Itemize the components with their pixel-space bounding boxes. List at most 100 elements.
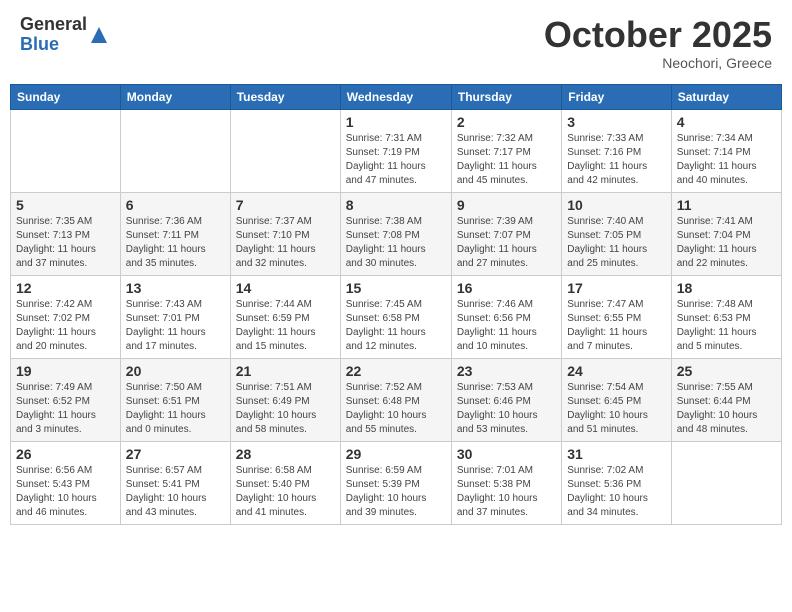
weekday-header-row: SundayMondayTuesdayWednesdayThursdayFrid… [11,84,782,109]
calendar-cell: 7Sunrise: 7:37 AM Sunset: 7:10 PM Daylig… [230,192,340,275]
calendar-week-row: 1 Sunrise: 7:31 AM Sunset: 7:19 PM Daylig… [11,109,782,192]
day-number: 1 [346,114,446,130]
day-info: Sunrise: 7:31 AM Sunset: 7:19 PM Dayligh… [346,132,446,188]
logo: General Blue [20,15,109,55]
logo-blue-text: Blue [20,35,87,55]
day-number: 21 [236,363,335,379]
calendar-cell [230,109,340,192]
calendar-cell: 15 Sunrise: 7:45 AM Sunset: 6:58 PM Dayli… [340,275,451,358]
day-number: 23 [457,363,556,379]
day-number: 17 [567,280,665,296]
day-number: 12 [16,280,115,296]
weekday-header: Thursday [451,84,561,109]
calendar-cell: 2 Sunrise: 7:32 AM Sunset: 7:17 PM Daylig… [451,109,561,192]
day-info: Sunrise: 7:37 AM Sunset: 7:10 PM Dayligh… [236,215,335,271]
day-info: Sunrise: 7:54 AM Sunset: 6:45 PM Dayligh… [567,381,665,437]
calendar-table: SundayMondayTuesdayWednesdayThursdayFrid… [10,84,782,525]
day-info: Sunrise: 7:49 AM Sunset: 6:52 PM Dayligh… [16,381,115,437]
calendar-cell: 9 Sunrise: 7:39 AM Sunset: 7:07 PM Daylig… [451,192,561,275]
calendar-cell: 12 Sunrise: 7:42 AM Sunset: 7:02 PM Dayli… [11,275,121,358]
calendar-cell: 29Sunrise: 6:59 AM Sunset: 5:39 PM Dayli… [340,441,451,524]
calendar-cell: 8 Sunrise: 7:38 AM Sunset: 7:08 PM Daylig… [340,192,451,275]
day-number: 8 [346,197,446,213]
day-info: Sunrise: 7:55 AM Sunset: 6:44 PM Dayligh… [677,381,776,437]
calendar-cell: 24 Sunrise: 7:54 AM Sunset: 6:45 PM Dayli… [562,358,671,441]
day-info: Sunrise: 7:43 AM Sunset: 7:01 PM Dayligh… [126,298,225,354]
day-number: 15 [346,280,446,296]
day-info: Sunrise: 7:34 AM Sunset: 7:14 PM Dayligh… [677,132,776,188]
calendar-cell: 16 Sunrise: 7:46 AM Sunset: 6:56 PM Dayli… [451,275,561,358]
calendar-cell: 20 Sunrise: 7:50 AM Sunset: 6:51 PM Dayli… [120,358,230,441]
day-info: Sunrise: 7:39 AM Sunset: 7:07 PM Dayligh… [457,215,556,271]
page-header: General Blue October 2025 Neochori, Gree… [10,10,782,76]
day-info: Sunrise: 6:56 AM Sunset: 5:43 PM Dayligh… [16,464,115,520]
day-info: Sunrise: 7:35 AM Sunset: 7:13 PM Dayligh… [16,215,115,271]
day-info: Sunrise: 6:57 AM Sunset: 5:41 PM Dayligh… [126,464,225,520]
day-number: 30 [457,446,556,462]
day-info: Sunrise: 7:47 AM Sunset: 6:55 PM Dayligh… [567,298,665,354]
day-number: 24 [567,363,665,379]
day-number: 27 [126,446,225,462]
day-number: 14 [236,280,335,296]
day-number: 28 [236,446,335,462]
day-number: 20 [126,363,225,379]
calendar-cell: 5 Sunrise: 7:35 AM Sunset: 7:13 PM Daylig… [11,192,121,275]
day-number: 5 [16,197,115,213]
day-number: 2 [457,114,556,130]
weekday-header: Sunday [11,84,121,109]
day-info: Sunrise: 7:45 AM Sunset: 6:58 PM Dayligh… [346,298,446,354]
calendar-cell: 21Sunrise: 7:51 AM Sunset: 6:49 PM Dayli… [230,358,340,441]
day-info: Sunrise: 7:44 AM Sunset: 6:59 PM Dayligh… [236,298,335,354]
weekday-header: Saturday [671,84,781,109]
calendar-cell: 26Sunrise: 6:56 AM Sunset: 5:43 PM Dayli… [11,441,121,524]
calendar-cell: 30Sunrise: 7:01 AM Sunset: 5:38 PM Dayli… [451,441,561,524]
calendar-cell: 11 Sunrise: 7:41 AM Sunset: 7:04 PM Dayli… [671,192,781,275]
weekday-header: Wednesday [340,84,451,109]
calendar-cell: 18 Sunrise: 7:48 AM Sunset: 6:53 PM Dayli… [671,275,781,358]
calendar-cell: 22 Sunrise: 7:52 AM Sunset: 6:48 PM Dayli… [340,358,451,441]
calendar-cell: 3 Sunrise: 7:33 AM Sunset: 7:16 PM Daylig… [562,109,671,192]
day-number: 6 [126,197,225,213]
day-number: 16 [457,280,556,296]
day-info: Sunrise: 7:02 AM Sunset: 5:36 PM Dayligh… [567,464,665,520]
day-info: Sunrise: 7:38 AM Sunset: 7:08 PM Dayligh… [346,215,446,271]
calendar-cell: 13Sunrise: 7:43 AM Sunset: 7:01 PM Dayli… [120,275,230,358]
weekday-header: Friday [562,84,671,109]
calendar-cell: 25Sunrise: 7:55 AM Sunset: 6:44 PM Dayli… [671,358,781,441]
day-number: 19 [16,363,115,379]
calendar-cell: 19 Sunrise: 7:49 AM Sunset: 6:52 PM Dayli… [11,358,121,441]
day-info: Sunrise: 6:58 AM Sunset: 5:40 PM Dayligh… [236,464,335,520]
calendar-week-row: 12 Sunrise: 7:42 AM Sunset: 7:02 PM Dayli… [11,275,782,358]
calendar-cell: 28 Sunrise: 6:58 AM Sunset: 5:40 PM Dayli… [230,441,340,524]
day-info: Sunrise: 7:33 AM Sunset: 7:16 PM Dayligh… [567,132,665,188]
day-info: Sunrise: 7:41 AM Sunset: 7:04 PM Dayligh… [677,215,776,271]
day-info: Sunrise: 7:42 AM Sunset: 7:02 PM Dayligh… [16,298,115,354]
day-info: Sunrise: 7:52 AM Sunset: 6:48 PM Dayligh… [346,381,446,437]
calendar-cell: 27 Sunrise: 6:57 AM Sunset: 5:41 PM Dayli… [120,441,230,524]
location: Neochori, Greece [544,55,772,71]
day-number: 3 [567,114,665,130]
day-info: Sunrise: 7:48 AM Sunset: 6:53 PM Dayligh… [677,298,776,354]
calendar-cell: 6 Sunrise: 7:36 AM Sunset: 7:11 PM Daylig… [120,192,230,275]
calendar-week-row: 5 Sunrise: 7:35 AM Sunset: 7:13 PM Daylig… [11,192,782,275]
calendar-week-row: 19 Sunrise: 7:49 AM Sunset: 6:52 PM Dayli… [11,358,782,441]
calendar-cell [120,109,230,192]
day-info: Sunrise: 7:32 AM Sunset: 7:17 PM Dayligh… [457,132,556,188]
day-number: 22 [346,363,446,379]
day-number: 9 [457,197,556,213]
day-info: Sunrise: 7:50 AM Sunset: 6:51 PM Dayligh… [126,381,225,437]
calendar-cell: 1 Sunrise: 7:31 AM Sunset: 7:19 PM Daylig… [340,109,451,192]
day-info: Sunrise: 7:36 AM Sunset: 7:11 PM Dayligh… [126,215,225,271]
calendar-cell: 23 Sunrise: 7:53 AM Sunset: 6:46 PM Dayli… [451,358,561,441]
day-number: 29 [346,446,446,462]
day-info: Sunrise: 7:46 AM Sunset: 6:56 PM Dayligh… [457,298,556,354]
day-number: 18 [677,280,776,296]
title-block: October 2025 Neochori, Greece [544,15,772,71]
calendar-cell [11,109,121,192]
day-info: Sunrise: 7:53 AM Sunset: 6:46 PM Dayligh… [457,381,556,437]
day-number: 4 [677,114,776,130]
logo-icon [89,25,109,45]
day-number: 10 [567,197,665,213]
calendar-week-row: 26Sunrise: 6:56 AM Sunset: 5:43 PM Dayli… [11,441,782,524]
day-number: 11 [677,197,776,213]
